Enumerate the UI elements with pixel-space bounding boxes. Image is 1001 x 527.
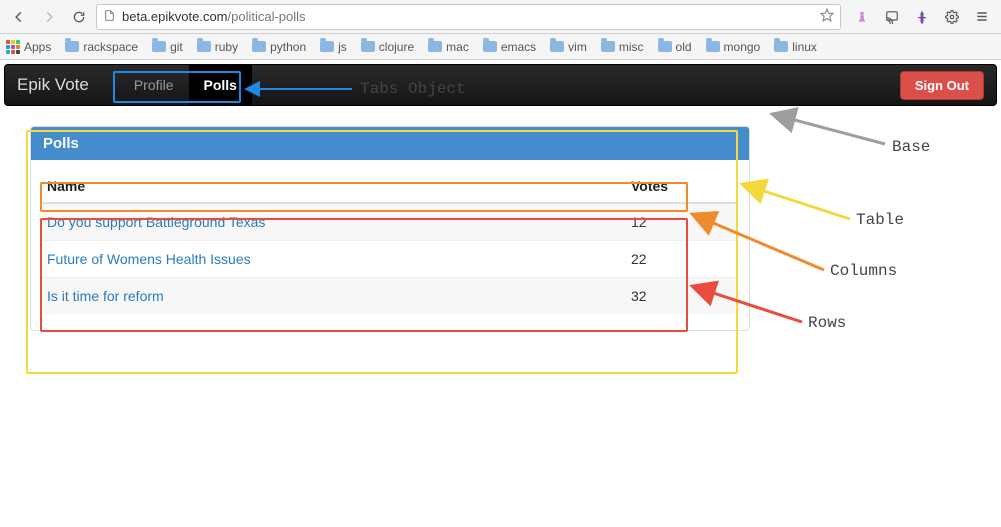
- reload-button[interactable]: [66, 4, 92, 30]
- apps-grid-icon: [6, 40, 20, 54]
- col-name: Name: [43, 170, 627, 203]
- panel-title: Polls: [31, 127, 749, 160]
- bookmark-label: mongo: [724, 40, 761, 54]
- table-row: Future of Womens Health Issues 22: [43, 241, 737, 278]
- bookmark-label: emacs: [501, 40, 536, 54]
- poll-link[interactable]: Do you support Battleground Texas: [47, 214, 265, 230]
- extension-icon-2[interactable]: [909, 4, 935, 30]
- annotation-table-label: Table: [856, 211, 904, 229]
- bookmark-folder[interactable]: linux: [774, 40, 817, 54]
- bookmark-folder[interactable]: emacs: [483, 40, 536, 54]
- folder-icon: [197, 41, 211, 52]
- annotation-rows-label: Rows: [808, 314, 846, 332]
- bookmark-label: python: [270, 40, 306, 54]
- bookmark-label: vim: [568, 40, 587, 54]
- bookmark-folder[interactable]: rackspace: [65, 40, 138, 54]
- folder-icon: [361, 41, 375, 52]
- settings-gear-icon[interactable]: [939, 4, 965, 30]
- bookmark-label: linux: [792, 40, 817, 54]
- bookmark-folder[interactable]: vim: [550, 40, 587, 54]
- folder-icon: [601, 41, 615, 52]
- poll-link[interactable]: Future of Womens Health Issues: [47, 251, 251, 267]
- bookmark-label: clojure: [379, 40, 414, 54]
- bookmark-label: mac: [446, 40, 469, 54]
- app-navbar: Epik Vote ProfilePolls Sign Out: [4, 64, 997, 106]
- folder-icon: [706, 41, 720, 52]
- polls-table: Name Votes Do you support Battleground T…: [43, 170, 737, 314]
- bookmark-label: old: [676, 40, 692, 54]
- bookmark-label: git: [170, 40, 183, 54]
- table-row: Do you support Battleground Texas 12: [43, 203, 737, 241]
- bookmark-folder[interactable]: js: [320, 40, 347, 54]
- bookmark-star-icon[interactable]: [820, 8, 834, 25]
- app-page: Epik Vote ProfilePolls Sign Out Polls Na…: [0, 64, 1001, 331]
- bookmark-folder[interactable]: old: [658, 40, 692, 54]
- nav-tabs: ProfilePolls: [119, 65, 252, 105]
- bookmark-label: ruby: [215, 40, 238, 54]
- folder-icon: [320, 41, 334, 52]
- votes-cell: 12: [627, 203, 737, 241]
- nav-tab-polls[interactable]: Polls: [189, 65, 252, 105]
- sign-out-button[interactable]: Sign Out: [900, 71, 984, 100]
- menu-icon[interactable]: [969, 4, 995, 30]
- table-header-row: Name Votes: [43, 170, 737, 203]
- bookmark-label: js: [338, 40, 347, 54]
- bookmark-folder[interactable]: git: [152, 40, 183, 54]
- url-text: beta.epikvote.com/political-polls: [122, 9, 814, 24]
- brand-title: Epik Vote: [17, 75, 89, 95]
- poll-link[interactable]: Is it time for reform: [47, 288, 164, 304]
- folder-icon: [152, 41, 166, 52]
- folder-icon: [65, 41, 79, 52]
- votes-cell: 32: [627, 278, 737, 315]
- cast-icon[interactable]: [879, 4, 905, 30]
- table-row: Is it time for reform 32: [43, 278, 737, 315]
- url-host: beta.epikvote.com: [122, 9, 228, 24]
- bookmark-folder[interactable]: mongo: [706, 40, 761, 54]
- votes-cell: 22: [627, 241, 737, 278]
- toolbar-right-icons: [849, 4, 995, 30]
- bookmark-apps[interactable]: Apps: [6, 40, 51, 54]
- url-path: /political-polls: [228, 9, 306, 24]
- forward-button[interactable]: [36, 4, 62, 30]
- folder-icon: [428, 41, 442, 52]
- bookmark-label: Apps: [24, 40, 51, 54]
- annotation-columns-label: Columns: [830, 262, 897, 280]
- bookmark-folder[interactable]: mac: [428, 40, 469, 54]
- bookmark-folder[interactable]: misc: [601, 40, 644, 54]
- bookmark-label: misc: [619, 40, 644, 54]
- folder-icon: [550, 41, 564, 52]
- address-bar[interactable]: beta.epikvote.com/political-polls: [96, 4, 841, 30]
- bookmark-folder[interactable]: python: [252, 40, 306, 54]
- bookmark-folder[interactable]: clojure: [361, 40, 414, 54]
- folder-icon: [774, 41, 788, 52]
- bookmark-folder[interactable]: ruby: [197, 40, 238, 54]
- extension-icon[interactable]: [849, 4, 875, 30]
- bookmark-label: rackspace: [83, 40, 138, 54]
- page-icon: [103, 9, 116, 25]
- browser-toolbar: beta.epikvote.com/political-polls: [0, 0, 1001, 34]
- nav-tab-profile[interactable]: Profile: [119, 65, 189, 105]
- folder-icon: [252, 41, 266, 52]
- folder-icon: [658, 41, 672, 52]
- col-votes: Votes: [627, 170, 737, 203]
- folder-icon: [483, 41, 497, 52]
- back-button[interactable]: [6, 4, 32, 30]
- bookmarks-bar: Apps rackspace git ruby python js clojure mac e…: [0, 34, 1001, 60]
- annotation-base-label: Base: [892, 138, 930, 156]
- polls-panel: Polls Name Votes Do you support Battlegr…: [30, 126, 750, 331]
